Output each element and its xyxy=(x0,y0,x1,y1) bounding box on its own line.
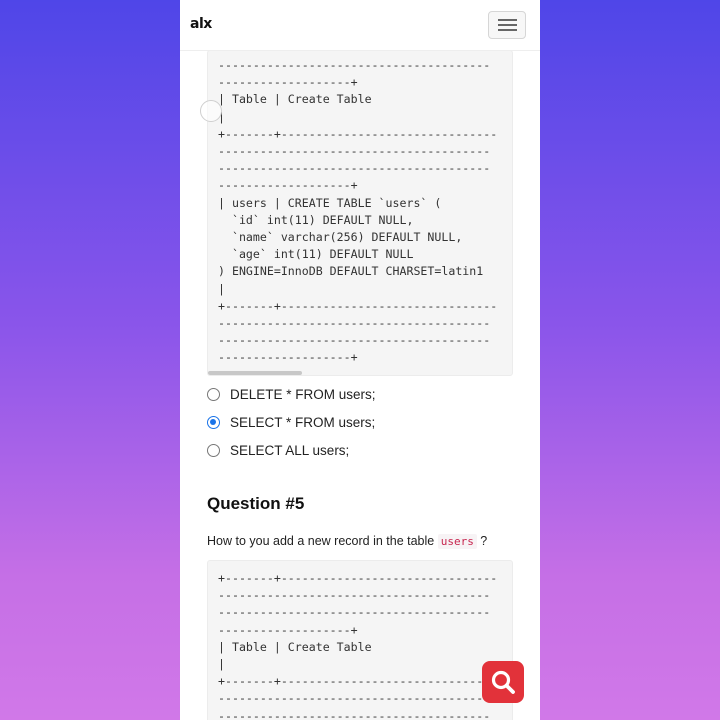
code-block-text: +-------+-------------------------------… xyxy=(218,571,498,720)
answer-option-select[interactable]: SELECT * FROM users; xyxy=(207,412,375,432)
alx-logo[interactable]: alx xyxy=(190,16,212,32)
inline-code-table-name: users xyxy=(437,534,477,549)
question-title: Question #5 xyxy=(207,494,305,513)
code-block-text: --------------------------------------- … xyxy=(218,58,498,365)
option-label: DELETE * FROM users; xyxy=(230,386,376,402)
search-icon xyxy=(491,670,515,694)
radio-button-unchecked[interactable] xyxy=(207,443,220,457)
question-text: How to you add a new record in the table… xyxy=(207,534,488,549)
mobile-page: --------------------------------------- … xyxy=(180,0,540,720)
question-text-before: How to you add a new record in the table xyxy=(207,534,438,548)
code-block-create-table[interactable]: --------------------------------------- … xyxy=(207,50,513,376)
question-text-after: ? xyxy=(476,534,488,548)
hamburger-icon xyxy=(498,19,517,21)
answer-option-delete[interactable]: DELETE * FROM users; xyxy=(207,384,376,404)
answer-option-select-all[interactable]: SELECT ALL users; xyxy=(207,440,349,460)
hamburger-icon-bar xyxy=(498,29,517,31)
radio-button-unchecked[interactable] xyxy=(207,387,220,401)
code-block-question-5[interactable]: +-------+-------------------------------… xyxy=(207,560,513,720)
search-button[interactable] xyxy=(482,661,524,703)
top-navbar: alx xyxy=(180,0,540,51)
hamburger-icon-bar xyxy=(498,24,517,26)
floating-circle-icon xyxy=(200,100,222,122)
option-label: SELECT * FROM users; xyxy=(230,414,376,430)
option-label: SELECT ALL users; xyxy=(230,442,350,458)
horizontal-scrollbar[interactable] xyxy=(208,371,302,375)
radio-button-checked[interactable] xyxy=(207,415,220,429)
hamburger-menu-button[interactable] xyxy=(488,11,526,39)
